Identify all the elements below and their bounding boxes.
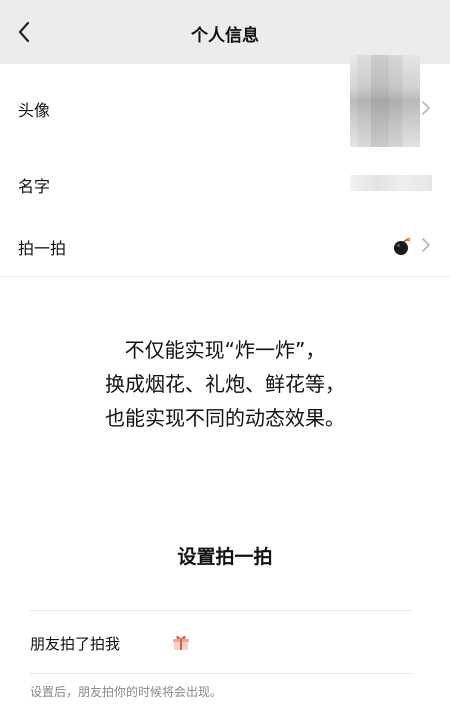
chevron-right-icon — [422, 101, 430, 115]
pat-setting-label: 朋友拍了拍我 — [30, 635, 121, 653]
avatar-label: 头像 — [18, 101, 51, 120]
name-label: 名字 — [18, 177, 51, 196]
pat-setting-row[interactable]: 朋友拍了拍我 — [30, 610, 412, 674]
description-line-3: 也能实现不同的动态效果。 — [105, 406, 345, 430]
feature-description: 不仅能实现“炸一炸”， 换成烟花、礼炮、鲜花等， 也能实现不同的动态效果。 — [0, 333, 450, 435]
bomb-icon — [394, 237, 411, 255]
description-line-1: 不仅能实现“炸一炸”， — [124, 338, 326, 362]
pat-label: 拍一拍 — [18, 239, 67, 258]
pat-row[interactable]: 拍一拍 — [0, 214, 450, 277]
name-value — [350, 175, 432, 191]
settings-footnote: 设置后，朋友拍你的时候将会出现。 — [30, 685, 223, 699]
chevron-right-icon — [422, 238, 430, 252]
page-title: 个人信息 — [191, 26, 259, 46]
gift-icon — [173, 635, 189, 650]
avatar[interactable] — [350, 55, 420, 147]
settings-title: 设置拍一拍 — [177, 546, 273, 568]
description-line-2: 换成烟花、礼炮、鲜花等， — [105, 372, 345, 396]
